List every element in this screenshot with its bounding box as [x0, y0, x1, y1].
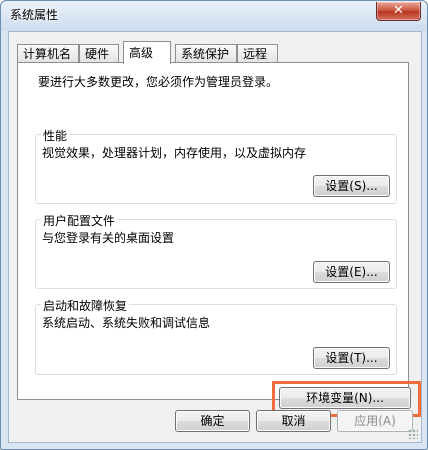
- close-icon: ✕: [393, 3, 404, 18]
- admin-notice: 要进行大多数更改，您必须作为管理员登录。: [38, 75, 279, 89]
- ok-button[interactable]: 确定: [175, 410, 250, 432]
- resize-grip-icon[interactable]: [408, 429, 418, 439]
- tab-computer-name[interactable]: 计算机名: [17, 44, 79, 62]
- environment-variables-button[interactable]: 环境变量(N)...: [279, 387, 411, 409]
- title-bar[interactable]: 系统属性 ✕: [1, 1, 427, 31]
- tab-hardware[interactable]: 硬件: [79, 44, 119, 62]
- advanced-tab-panel: 要进行大多数更改，您必须作为管理员登录。 性能 视觉效果，处理器计划，内存使用，…: [17, 62, 421, 417]
- performance-title: 性能: [41, 127, 70, 144]
- user-profiles-title: 用户配置文件: [41, 212, 118, 229]
- cancel-button[interactable]: 取消: [256, 410, 331, 432]
- startup-recovery-settings-button[interactable]: 设置(T)...: [313, 347, 390, 369]
- apply-button[interactable]: 应用(A): [337, 410, 413, 432]
- startup-recovery-description: 系统启动、系统失败和调试信息: [42, 316, 211, 330]
- close-button[interactable]: ✕: [376, 2, 421, 21]
- performance-settings-button[interactable]: 设置(S)...: [313, 175, 390, 197]
- window-title: 系统属性: [10, 8, 59, 22]
- tab-advanced[interactable]: 高级: [123, 41, 171, 64]
- user-profiles-group: 用户配置文件 与您登录有关的桌面设置 设置(E)...: [35, 212, 397, 289]
- tab-remote[interactable]: 远程: [237, 44, 278, 62]
- performance-group: 性能 视觉效果，处理器计划，内存使用，以及虚拟内存 设置(S)...: [35, 127, 397, 204]
- startup-recovery-group: 启动和故障恢复 系统启动、系统失败和调试信息 设置(T)...: [35, 297, 397, 375]
- system-properties-window: 系统属性 ✕ 计算机名 硬件 高级 系统保护 远程 要进行大多数更改，您必须作为…: [0, 0, 428, 450]
- user-profiles-settings-button[interactable]: 设置(E)...: [313, 261, 390, 283]
- startup-recovery-title: 启动和故障恢复: [41, 297, 130, 314]
- tab-system-protection[interactable]: 系统保护: [175, 44, 237, 62]
- performance-description: 视觉效果，处理器计划，内存使用，以及虚拟内存: [42, 146, 307, 160]
- user-profiles-description: 与您登录有关的桌面设置: [42, 231, 175, 245]
- dialog-client-area: 计算机名 硬件 高级 系统保护 远程 要进行大多数更改，您必须作为管理员登录。 …: [8, 31, 422, 443]
